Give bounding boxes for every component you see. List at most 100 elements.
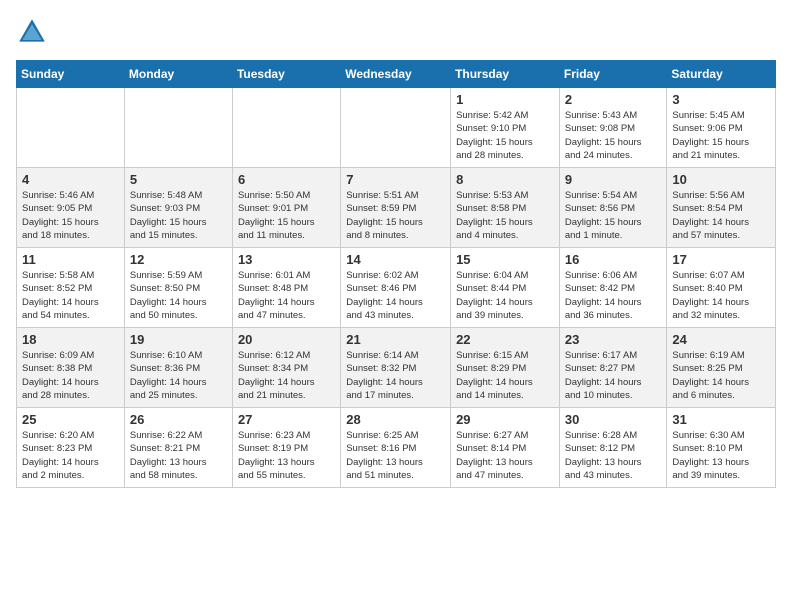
calendar-cell: 23 Sunrise: 6:17 AM Sunset: 8:27 PM Dayli… <box>559 328 667 408</box>
day-number: 25 <box>22 412 119 427</box>
day-number: 24 <box>672 332 770 347</box>
calendar-cell: 26 Sunrise: 6:22 AM Sunset: 8:21 PM Dayli… <box>124 408 232 488</box>
header-day-thursday: Thursday <box>451 61 560 88</box>
day-info: Sunrise: 6:06 AM Sunset: 8:42 PM Dayligh… <box>565 269 662 322</box>
calendar-cell: 16 Sunrise: 6:06 AM Sunset: 8:42 PM Dayli… <box>559 248 667 328</box>
calendar-table: SundayMondayTuesdayWednesdayThursdayFrid… <box>16 60 776 488</box>
calendar-week-2: 11 Sunrise: 5:58 AM Sunset: 8:52 PM Dayli… <box>17 248 776 328</box>
day-number: 5 <box>130 172 227 187</box>
calendar-cell: 21 Sunrise: 6:14 AM Sunset: 8:32 PM Dayli… <box>341 328 451 408</box>
day-info: Sunrise: 5:48 AM Sunset: 9:03 PM Dayligh… <box>130 189 227 242</box>
day-info: Sunrise: 5:46 AM Sunset: 9:05 PM Dayligh… <box>22 189 119 242</box>
day-info: Sunrise: 5:58 AM Sunset: 8:52 PM Dayligh… <box>22 269 119 322</box>
day-number: 30 <box>565 412 662 427</box>
day-number: 3 <box>672 92 770 107</box>
day-info: Sunrise: 6:22 AM Sunset: 8:21 PM Dayligh… <box>130 429 227 482</box>
calendar-cell: 27 Sunrise: 6:23 AM Sunset: 8:19 PM Dayli… <box>232 408 340 488</box>
day-number: 6 <box>238 172 335 187</box>
calendar-header: SundayMondayTuesdayWednesdayThursdayFrid… <box>17 61 776 88</box>
calendar-cell: 5 Sunrise: 5:48 AM Sunset: 9:03 PM Daylig… <box>124 168 232 248</box>
day-number: 23 <box>565 332 662 347</box>
day-number: 20 <box>238 332 335 347</box>
day-info: Sunrise: 5:53 AM Sunset: 8:58 PM Dayligh… <box>456 189 554 242</box>
day-info: Sunrise: 6:09 AM Sunset: 8:38 PM Dayligh… <box>22 349 119 402</box>
day-number: 2 <box>565 92 662 107</box>
day-info: Sunrise: 5:59 AM Sunset: 8:50 PM Dayligh… <box>130 269 227 322</box>
day-info: Sunrise: 5:45 AM Sunset: 9:06 PM Dayligh… <box>672 109 770 162</box>
calendar-cell: 30 Sunrise: 6:28 AM Sunset: 8:12 PM Dayli… <box>559 408 667 488</box>
day-number: 8 <box>456 172 554 187</box>
calendar-cell: 9Sunrise: 5:54 AM Sunset: 8:56 PM Daylig… <box>559 168 667 248</box>
header-day-friday: Friday <box>559 61 667 88</box>
calendar-cell: 19 Sunrise: 6:10 AM Sunset: 8:36 PM Dayli… <box>124 328 232 408</box>
calendar-cell <box>124 88 232 168</box>
header-day-sunday: Sunday <box>17 61 125 88</box>
day-info: Sunrise: 6:28 AM Sunset: 8:12 PM Dayligh… <box>565 429 662 482</box>
day-number: 4 <box>22 172 119 187</box>
calendar-cell: 29 Sunrise: 6:27 AM Sunset: 8:14 PM Dayli… <box>451 408 560 488</box>
day-number: 21 <box>346 332 445 347</box>
day-info: Sunrise: 6:17 AM Sunset: 8:27 PM Dayligh… <box>565 349 662 402</box>
calendar-cell: 31Sunrise: 6:30 AM Sunset: 8:10 PM Dayli… <box>667 408 776 488</box>
day-info: Sunrise: 6:14 AM Sunset: 8:32 PM Dayligh… <box>346 349 445 402</box>
header-day-wednesday: Wednesday <box>341 61 451 88</box>
header-day-monday: Monday <box>124 61 232 88</box>
day-number: 18 <box>22 332 119 347</box>
day-info: Sunrise: 5:51 AM Sunset: 8:59 PM Dayligh… <box>346 189 445 242</box>
calendar-cell: 4 Sunrise: 5:46 AM Sunset: 9:05 PM Daylig… <box>17 168 125 248</box>
day-info: Sunrise: 6:12 AM Sunset: 8:34 PM Dayligh… <box>238 349 335 402</box>
calendar-cell: 7 Sunrise: 5:51 AM Sunset: 8:59 PM Daylig… <box>341 168 451 248</box>
day-info: Sunrise: 6:01 AM Sunset: 8:48 PM Dayligh… <box>238 269 335 322</box>
day-number: 29 <box>456 412 554 427</box>
day-number: 9 <box>565 172 662 187</box>
day-number: 28 <box>346 412 445 427</box>
day-number: 12 <box>130 252 227 267</box>
day-number: 14 <box>346 252 445 267</box>
day-number: 16 <box>565 252 662 267</box>
day-number: 27 <box>238 412 335 427</box>
logo-icon <box>16 16 48 48</box>
day-number: 17 <box>672 252 770 267</box>
calendar-cell: 11 Sunrise: 5:58 AM Sunset: 8:52 PM Dayli… <box>17 248 125 328</box>
day-info: Sunrise: 6:20 AM Sunset: 8:23 PM Dayligh… <box>22 429 119 482</box>
calendar-cell: 20 Sunrise: 6:12 AM Sunset: 8:34 PM Dayli… <box>232 328 340 408</box>
day-info: Sunrise: 6:02 AM Sunset: 8:46 PM Dayligh… <box>346 269 445 322</box>
day-number: 7 <box>346 172 445 187</box>
calendar-cell <box>341 88 451 168</box>
day-info: Sunrise: 6:04 AM Sunset: 8:44 PM Dayligh… <box>456 269 554 322</box>
calendar-week-0: 1Sunrise: 5:42 AM Sunset: 9:10 PM Daylig… <box>17 88 776 168</box>
day-info: Sunrise: 6:25 AM Sunset: 8:16 PM Dayligh… <box>346 429 445 482</box>
calendar-cell: 1Sunrise: 5:42 AM Sunset: 9:10 PM Daylig… <box>451 88 560 168</box>
calendar-cell: 2 Sunrise: 5:43 AM Sunset: 9:08 PM Daylig… <box>559 88 667 168</box>
day-info: Sunrise: 6:23 AM Sunset: 8:19 PM Dayligh… <box>238 429 335 482</box>
day-info: Sunrise: 6:07 AM Sunset: 8:40 PM Dayligh… <box>672 269 770 322</box>
calendar-cell: 17 Sunrise: 6:07 AM Sunset: 8:40 PM Dayli… <box>667 248 776 328</box>
calendar-cell: 12 Sunrise: 5:59 AM Sunset: 8:50 PM Dayli… <box>124 248 232 328</box>
calendar-cell: 6 Sunrise: 5:50 AM Sunset: 9:01 PM Daylig… <box>232 168 340 248</box>
day-number: 11 <box>22 252 119 267</box>
page-header <box>16 16 776 48</box>
day-info: Sunrise: 5:43 AM Sunset: 9:08 PM Dayligh… <box>565 109 662 162</box>
day-info: Sunrise: 6:27 AM Sunset: 8:14 PM Dayligh… <box>456 429 554 482</box>
day-number: 10 <box>672 172 770 187</box>
day-info: Sunrise: 6:30 AM Sunset: 8:10 PM Dayligh… <box>672 429 770 482</box>
day-number: 19 <box>130 332 227 347</box>
logo <box>16 16 54 48</box>
calendar-cell: 24 Sunrise: 6:19 AM Sunset: 8:25 PM Dayli… <box>667 328 776 408</box>
day-info: Sunrise: 6:10 AM Sunset: 8:36 PM Dayligh… <box>130 349 227 402</box>
header-day-tuesday: Tuesday <box>232 61 340 88</box>
day-info: Sunrise: 5:42 AM Sunset: 9:10 PM Dayligh… <box>456 109 554 162</box>
calendar-cell: 25 Sunrise: 6:20 AM Sunset: 8:23 PM Dayli… <box>17 408 125 488</box>
calendar-cell: 10 Sunrise: 5:56 AM Sunset: 8:54 PM Dayli… <box>667 168 776 248</box>
calendar-cell: 13Sunrise: 6:01 AM Sunset: 8:48 PM Dayli… <box>232 248 340 328</box>
calendar-cell: 15Sunrise: 6:04 AM Sunset: 8:44 PM Dayli… <box>451 248 560 328</box>
day-info: Sunrise: 6:19 AM Sunset: 8:25 PM Dayligh… <box>672 349 770 402</box>
header-day-saturday: Saturday <box>667 61 776 88</box>
day-info: Sunrise: 5:50 AM Sunset: 9:01 PM Dayligh… <box>238 189 335 242</box>
calendar-cell: 8 Sunrise: 5:53 AM Sunset: 8:58 PM Daylig… <box>451 168 560 248</box>
calendar-cell: 3 Sunrise: 5:45 AM Sunset: 9:06 PM Daylig… <box>667 88 776 168</box>
calendar-cell: 28 Sunrise: 6:25 AM Sunset: 8:16 PM Dayli… <box>341 408 451 488</box>
day-info: Sunrise: 5:56 AM Sunset: 8:54 PM Dayligh… <box>672 189 770 242</box>
day-number: 26 <box>130 412 227 427</box>
calendar-week-3: 18 Sunrise: 6:09 AM Sunset: 8:38 PM Dayli… <box>17 328 776 408</box>
